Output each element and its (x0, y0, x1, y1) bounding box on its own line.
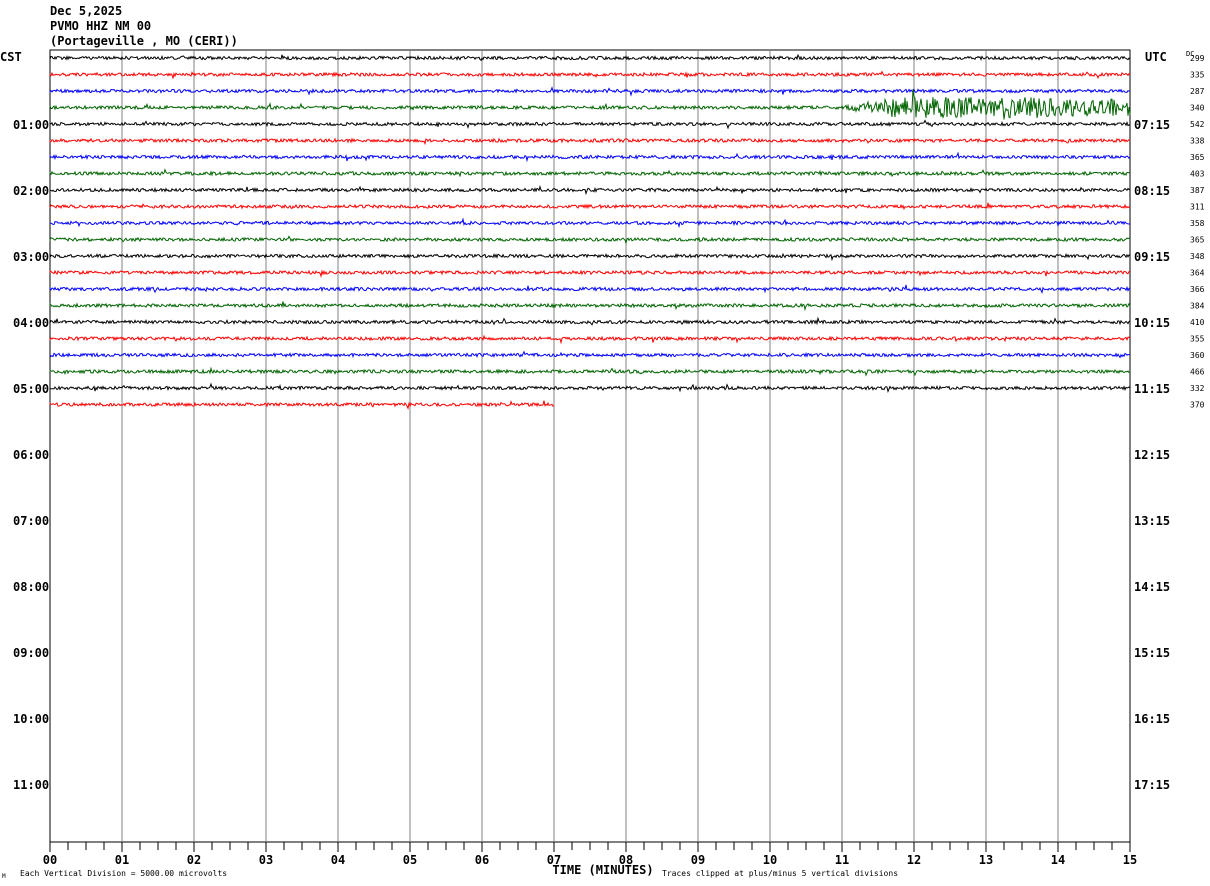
dc-value: 410 (1190, 318, 1205, 327)
helicorder: Dec 5,2025 PVMO HHZ NM 00 (Portageville … (0, 0, 1210, 886)
dc-value: 364 (1190, 269, 1205, 278)
seismogram-plot: 00 01 02 03 04 05 06 07 08 09 10 11 12 13 14 15TIME (MI… (0, 49, 1205, 880)
x-axis-label: TIME (MINUTES) (552, 863, 653, 877)
x-tick-label: 04 (331, 853, 345, 867)
seismic-trace (49, 202, 1131, 211)
dc-value: 384 (1190, 302, 1205, 311)
dc-value: 348 (1190, 252, 1205, 261)
dc-value: 358 (1190, 219, 1205, 228)
cst-time-label: 06:00 (13, 448, 49, 462)
cst-axis-label: CST (0, 50, 22, 64)
x-tick-label: 11 (835, 853, 849, 867)
utc-time-label: 10:15 (1134, 316, 1170, 330)
utc-time-label: 12:15 (1134, 448, 1170, 462)
dc-value: 311 (1190, 203, 1205, 212)
dc-value: 403 (1190, 170, 1205, 179)
utc-time-label: 08:15 (1134, 184, 1170, 198)
cst-time-label: 04:00 (13, 316, 49, 330)
scale-note: Each Vertical Division = 5000.00 microvo… (20, 869, 227, 878)
seismic-trace (49, 119, 1131, 130)
x-tick-label: 03 (259, 853, 273, 867)
x-tick-label: 02 (187, 853, 201, 867)
cst-time-label: 07:00 (13, 514, 49, 528)
cst-time-label: 09:00 (13, 646, 49, 660)
seismic-trace (49, 269, 1131, 278)
cst-time-label: 11:00 (13, 778, 49, 792)
seismic-trace (49, 252, 1131, 262)
dc-value: 542 (1190, 120, 1205, 129)
dc-value: 338 (1190, 137, 1205, 146)
dc-value: 360 (1190, 351, 1205, 360)
dc-value: 340 (1190, 104, 1205, 113)
clip-note: Traces clipped at plus/minus 5 vertical … (662, 869, 898, 878)
dc-value: 287 (1190, 87, 1205, 96)
x-tick-label: 15 (1123, 853, 1137, 867)
seismic-trace (49, 399, 555, 410)
dc-value: 299 (1190, 54, 1205, 63)
seismic-trace (49, 70, 1131, 79)
seismic-trace (49, 151, 1131, 163)
dc-value: 370 (1190, 401, 1205, 410)
utc-time-label: 09:15 (1134, 250, 1170, 264)
utc-time-label: 15:15 (1134, 646, 1170, 660)
seismic-trace (49, 350, 1131, 359)
x-tick-label: 13 (979, 853, 993, 867)
x-tick-label: 10 (763, 853, 777, 867)
cst-time-label: 05:00 (13, 382, 49, 396)
utc-time-label: 11:15 (1134, 382, 1170, 396)
x-tick-label: 01 (115, 853, 129, 867)
x-tick-label: 06 (475, 853, 489, 867)
seismic-trace (49, 89, 1131, 120)
dc-value: 366 (1190, 285, 1205, 294)
x-tick-label: 00 (43, 853, 57, 867)
utc-time-label: 14:15 (1134, 580, 1170, 594)
utc-time-label: 16:15 (1134, 712, 1170, 726)
utc-axis-label: UTC (1145, 50, 1167, 64)
cst-time-label: 10:00 (13, 712, 49, 726)
plot-frame (49, 49, 1131, 843)
dc-value: 387 (1190, 186, 1205, 195)
x-tick-label: 09 (691, 853, 705, 867)
seismic-trace (49, 316, 1131, 326)
dc-value: 466 (1190, 368, 1205, 377)
seismic-trace (49, 382, 1131, 394)
x-tick-label: 14 (1051, 853, 1065, 867)
seismic-trace (49, 235, 1131, 245)
cst-time-label: 03:00 (13, 250, 49, 264)
seismic-trace (49, 86, 1131, 97)
cst-time-label: 02:00 (13, 184, 49, 198)
dc-value: 365 (1190, 236, 1205, 245)
seismic-trace (49, 184, 1131, 196)
seismic-trace (49, 284, 1131, 295)
dc-value: 355 (1190, 335, 1205, 344)
utc-time-label: 13:15 (1134, 514, 1170, 528)
x-tick-label: 12 (907, 853, 921, 867)
seismic-trace (49, 168, 1131, 178)
utc-time-label: 07:15 (1134, 118, 1170, 132)
x-tick-label: 05 (403, 853, 417, 867)
cst-time-label: 08:00 (13, 580, 49, 594)
seismic-trace (49, 334, 1131, 345)
seismic-trace (49, 301, 1131, 312)
cst-time-label: 01:00 (13, 118, 49, 132)
utc-time-label: 17:15 (1134, 778, 1170, 792)
corner-mark: M (2, 873, 6, 880)
dc-value: 332 (1190, 384, 1205, 393)
seismic-trace (49, 137, 1131, 146)
dc-value: 365 (1190, 153, 1205, 162)
seismic-trace (49, 53, 1131, 62)
seismic-trace (49, 366, 1131, 377)
dc-value: 335 (1190, 71, 1205, 80)
seismic-trace (49, 217, 1131, 229)
